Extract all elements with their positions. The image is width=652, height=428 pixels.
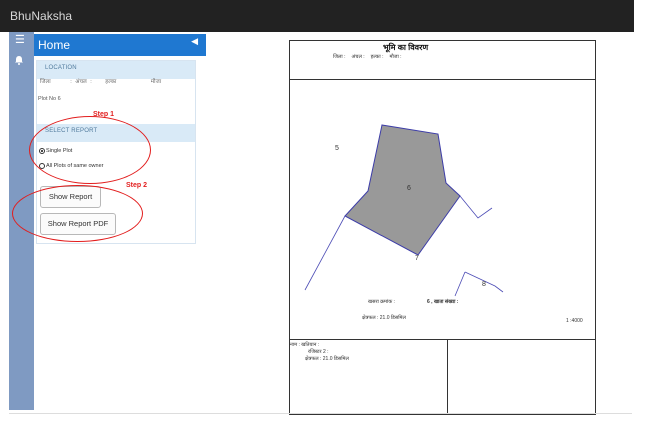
area-text: क्षेत्रफल : 21.0 डिसमिल	[362, 315, 406, 321]
map-scale: 1 :4000	[566, 318, 583, 324]
home-header[interactable]: Home ◀	[34, 34, 206, 56]
menu-icon[interactable]: ☰	[15, 33, 25, 46]
app-brand: BhuNaksha	[10, 9, 73, 23]
plot-khata-value: 6 , खाता संख्या :	[427, 299, 459, 305]
top-navigation-bar	[0, 0, 634, 32]
plot-number: Plot No 6	[38, 96, 61, 102]
bottom-left-line-3: क्षेत्रफल : 21.0 डिसमिल	[305, 356, 349, 362]
collapse-arrow-icon[interactable]: ◀	[191, 36, 198, 47]
annotation-step-2	[12, 185, 143, 242]
bottom-left-line-2: रजिस्टर 2 :	[308, 349, 329, 355]
plot-label-6: 6	[407, 185, 411, 192]
report-meta: जिला : अंचल : हल्का : मौजा :	[333, 54, 402, 60]
plot-label-7: 7	[415, 255, 419, 262]
bottom-left-line-1: नाम : खतियान :	[290, 342, 320, 348]
report-divider-vertical	[447, 339, 448, 415]
annotation-step-1	[29, 116, 151, 184]
location-fields: जिला : अंचल : हल्का मौजा	[40, 79, 162, 85]
step-2-label: Step 2	[126, 182, 148, 189]
footer-divider	[9, 413, 632, 414]
bell-icon[interactable]	[14, 55, 24, 65]
home-title: Home	[38, 38, 71, 52]
report-title: भूमि का विवरण	[383, 43, 429, 52]
plot-label-8: 8	[482, 281, 486, 288]
plot-label-5: 5	[335, 145, 339, 152]
khasra-label: खसरा क्रमांक :	[368, 299, 395, 305]
